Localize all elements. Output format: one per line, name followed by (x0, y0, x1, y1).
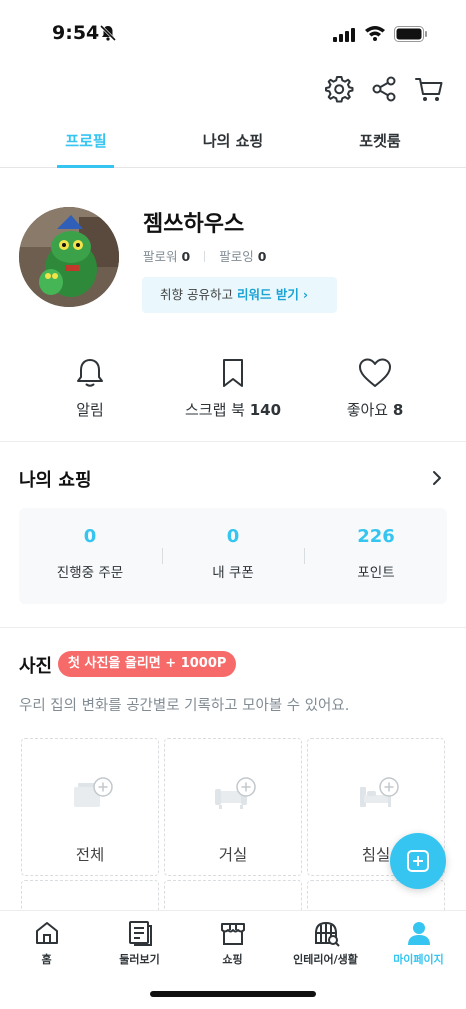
reward-prefix: 취향 공유하고 (160, 287, 233, 302)
nav-label: 마이페이지 (393, 953, 444, 966)
orders-in-progress[interactable]: 0 진행중 주문 (19, 526, 161, 581)
chevron-right-icon[interactable] (428, 469, 446, 491)
settings-gear-icon[interactable] (324, 74, 354, 104)
nav-label: 둘러보기 (119, 953, 160, 966)
points-value: 226 (357, 526, 395, 547)
reward-link-text: 리워드 받기 (236, 287, 299, 302)
reward-banner-button[interactable]: 취향 공유하고 리워드 받기 › (142, 277, 337, 313)
profile-tabs: 프로필 나의 쇼핑 포켓룸 (0, 120, 466, 168)
follow-stats: 팔로워 0 팔로잉 0 (143, 246, 266, 265)
plus-square-icon (407, 850, 429, 872)
status-time: 9:54 (52, 22, 100, 44)
photo-space-all[interactable]: 전체 (21, 738, 159, 876)
following-label: 팔로잉 (219, 249, 254, 264)
photo-reward-badge: 첫 사진을 올리면 + 1000P (58, 651, 237, 677)
section-divider (0, 441, 466, 442)
following-link[interactable]: 팔로잉 0 (219, 249, 266, 264)
notifications-label: 알림 (76, 401, 104, 419)
scrapbook-button[interactable]: 스크랩 북 140 (172, 356, 294, 420)
profile-name: 젬쓰하우스 (143, 212, 245, 237)
nav-browse[interactable]: 둘러보기 (93, 919, 186, 967)
reward-chevron: › (302, 287, 308, 302)
nav-label: 인테리어/생활 (293, 953, 358, 966)
home-indicator (150, 991, 316, 997)
my-shopping-summary: 0 진행중 주문 0 내 쿠폰 226 포인트 (19, 508, 447, 604)
points-label: 포인트 (357, 565, 395, 581)
section-divider (0, 627, 466, 628)
interior-icon (314, 921, 340, 947)
nav-home[interactable]: 홈 (0, 919, 93, 967)
followers-label: 팔로워 (143, 249, 178, 264)
bell-icon (77, 359, 103, 387)
following-count: 0 (257, 249, 267, 264)
my-shopping-title[interactable]: 나의 쇼핑 (19, 466, 92, 492)
points[interactable]: 226 포인트 (305, 526, 447, 581)
browse-icon (128, 921, 152, 946)
share-icon[interactable] (369, 74, 399, 104)
wifi-icon (364, 25, 386, 45)
likes-count: 8 (392, 401, 404, 419)
photo-space-label: 거실 (218, 846, 248, 864)
photo-space-label: 전체 (75, 846, 105, 864)
orders-count: 0 (83, 526, 97, 547)
nav-shopping[interactable]: 쇼핑 (186, 919, 279, 967)
bed-icon (360, 777, 399, 807)
scrapbook-count: 140 (249, 401, 282, 419)
photo-description: 우리 집의 변화를 공간별로 기록하고 모아볼 수 있어요. (19, 698, 350, 714)
signal-icon (333, 27, 357, 46)
cart-icon[interactable] (414, 74, 444, 104)
tab-my-shopping[interactable]: 나의 쇼핑 (190, 130, 276, 151)
photo-section-title: 사진 (19, 656, 53, 677)
nav-label: 홈 (41, 953, 52, 966)
likes-label: 좋아요 (346, 401, 389, 419)
battery-icon (394, 26, 428, 46)
coupons-count: 0 (226, 526, 240, 547)
top-action-bar (0, 70, 466, 110)
active-tab-indicator (57, 165, 114, 168)
nav-my-page[interactable]: 마이페이지 (372, 919, 465, 967)
followers-count: 0 (181, 249, 191, 264)
nav-label: 쇼핑 (222, 953, 243, 966)
heart-icon (359, 358, 391, 387)
nav-interior-life[interactable]: 인테리어/생활 (279, 919, 372, 967)
bookmark-icon (223, 359, 243, 387)
add-content-fab[interactable] (390, 833, 446, 889)
likes-button[interactable]: 좋아요 8 (325, 356, 425, 420)
sofa-icon (215, 777, 256, 809)
person-icon (407, 922, 430, 945)
tab-pocket-room[interactable]: 포켓룸 (350, 130, 410, 151)
coupons-label: 내 쿠폰 (212, 565, 254, 581)
shop-icon (220, 923, 245, 945)
orders-label: 진행중 주문 (56, 565, 124, 581)
quick-actions: 알림 스크랩 북 140 좋아요 8 (0, 356, 466, 426)
scrapbook-label: 스크랩 북 (184, 401, 245, 419)
followers-link[interactable]: 팔로워 0 (143, 249, 190, 264)
avatar[interactable] (19, 207, 119, 307)
home-icon (35, 922, 58, 944)
tab-profile[interactable]: 프로필 (58, 130, 114, 151)
status-bar: 9:54 (0, 0, 466, 64)
add-photo-icon (74, 777, 113, 807)
photo-space-living-room[interactable]: 거실 (164, 738, 302, 876)
notifications-button[interactable]: 알림 (40, 356, 140, 420)
my-coupons[interactable]: 0 내 쿠폰 (162, 526, 304, 581)
silent-bell-icon (99, 24, 117, 46)
follow-divider (204, 251, 206, 262)
